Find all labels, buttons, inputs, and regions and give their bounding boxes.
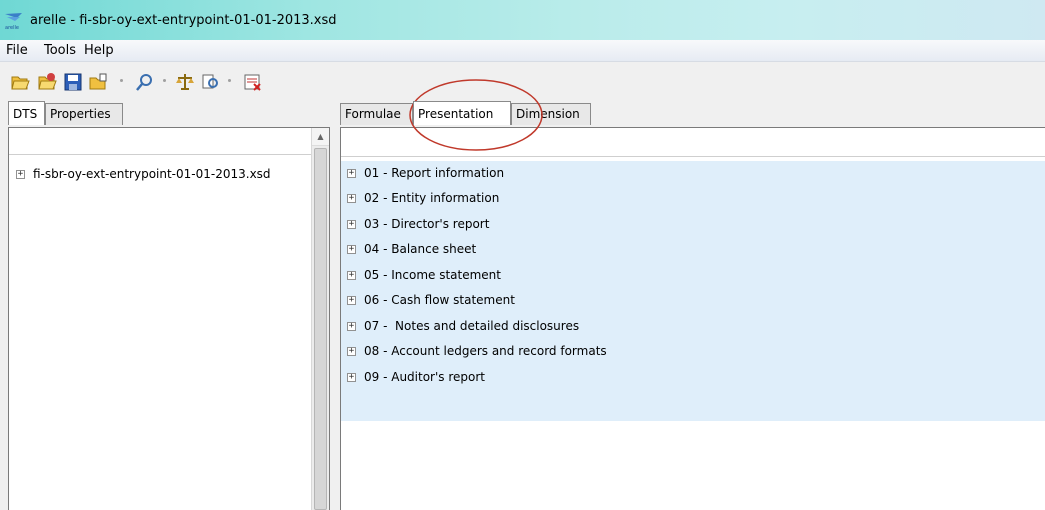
list-item[interactable]: +09 - Auditor's report — [347, 365, 485, 390]
menu-bar: File Tools Help — [0, 40, 1045, 62]
scroll-up-icon[interactable]: ▲ — [312, 128, 329, 146]
compare-icon[interactable] — [200, 72, 220, 92]
toolbar-separator — [228, 79, 231, 82]
expand-icon[interactable]: + — [347, 271, 356, 280]
open-folder-icon[interactable] — [10, 72, 30, 92]
list-item-label: 07 - Notes and detailed disclosures — [364, 319, 580, 333]
expand-icon[interactable]: + — [347, 220, 356, 229]
tab-dimension[interactable]: Dimension — [511, 103, 591, 125]
scroll-thumb[interactable] — [314, 148, 327, 510]
list-item[interactable]: +01 - Report information — [347, 161, 504, 186]
tab-properties[interactable]: Properties — [45, 103, 123, 125]
toolbar-separator — [163, 79, 166, 82]
list-item[interactable]: +05 - Income statement — [347, 263, 501, 288]
list-item-label: 05 - Income statement — [364, 268, 501, 282]
open-web-icon[interactable] — [37, 72, 57, 92]
close-document-icon[interactable] — [88, 72, 108, 92]
list-item-label: 09 - Auditor's report — [364, 370, 485, 384]
list-item[interactable]: +07 - Notes and detailed disclosures — [347, 314, 579, 339]
title-bar[interactable]: arelle arelle - fi-sbr-oy-ext-entrypoint… — [0, 0, 1045, 40]
presentation-header — [341, 128, 1045, 157]
list-item-label: 06 - Cash flow statement — [364, 293, 515, 307]
clear-log-icon[interactable] — [243, 72, 263, 92]
validate-icon[interactable] — [175, 72, 195, 92]
list-item[interactable]: +03 - Director's report — [347, 212, 489, 237]
presentation-list: +01 - Report information +02 - Entity in… — [341, 161, 1045, 421]
list-item-label: 02 - Entity information — [364, 191, 500, 205]
list-item-label: 03 - Director's report — [364, 217, 490, 231]
list-item-label: 01 - Report information — [364, 166, 505, 180]
tab-formulae[interactable]: Formulae — [340, 103, 413, 125]
tree-item[interactable]: + fi-sbr-oy-ext-entrypoint-01-01-2013.xsd — [16, 164, 271, 184]
list-item[interactable]: +08 - Account ledgers and record formats — [347, 339, 607, 364]
expand-icon[interactable]: + — [347, 322, 356, 331]
pane-splitter[interactable] — [330, 103, 340, 510]
vertical-scrollbar[interactable]: ▲ — [311, 128, 329, 510]
window-title: arelle - fi-sbr-oy-ext-entrypoint-01-01-… — [30, 13, 337, 28]
list-item[interactable]: +02 - Entity information — [347, 186, 499, 211]
presentation-panel: +01 - Report information +02 - Entity in… — [340, 127, 1045, 510]
expand-icon[interactable]: + — [347, 194, 356, 203]
tab-dts[interactable]: DTS — [8, 101, 45, 125]
menu-file[interactable]: File — [6, 43, 28, 58]
list-item[interactable]: +04 - Balance sheet — [347, 237, 476, 262]
tab-presentation[interactable]: Presentation — [413, 101, 511, 125]
svg-text:arelle: arelle — [5, 25, 19, 30]
arelle-app-icon: arelle — [5, 13, 22, 30]
expand-icon[interactable]: + — [347, 245, 356, 254]
list-item-label: 08 - Account ledgers and record formats — [364, 344, 607, 358]
dts-tree-panel: + fi-sbr-oy-ext-entrypoint-01-01-2013.xsd… — [8, 127, 330, 510]
tree-header — [9, 128, 314, 155]
expand-icon[interactable]: + — [347, 347, 356, 356]
expand-icon[interactable]: + — [347, 373, 356, 382]
menu-tools[interactable]: Tools — [44, 43, 76, 58]
tree-item-label: fi-sbr-oy-ext-entrypoint-01-01-2013.xsd — [33, 167, 271, 181]
toolbar — [0, 62, 1045, 102]
expand-icon[interactable]: + — [347, 296, 356, 305]
menu-help[interactable]: Help — [84, 43, 114, 58]
list-item-label: 04 - Balance sheet — [364, 242, 477, 256]
save-icon[interactable] — [63, 72, 83, 92]
find-icon[interactable] — [135, 72, 155, 92]
expand-icon[interactable]: + — [347, 169, 356, 178]
expand-icon[interactable]: + — [16, 170, 25, 179]
list-item[interactable]: +06 - Cash flow statement — [347, 288, 515, 313]
toolbar-separator — [120, 79, 123, 82]
